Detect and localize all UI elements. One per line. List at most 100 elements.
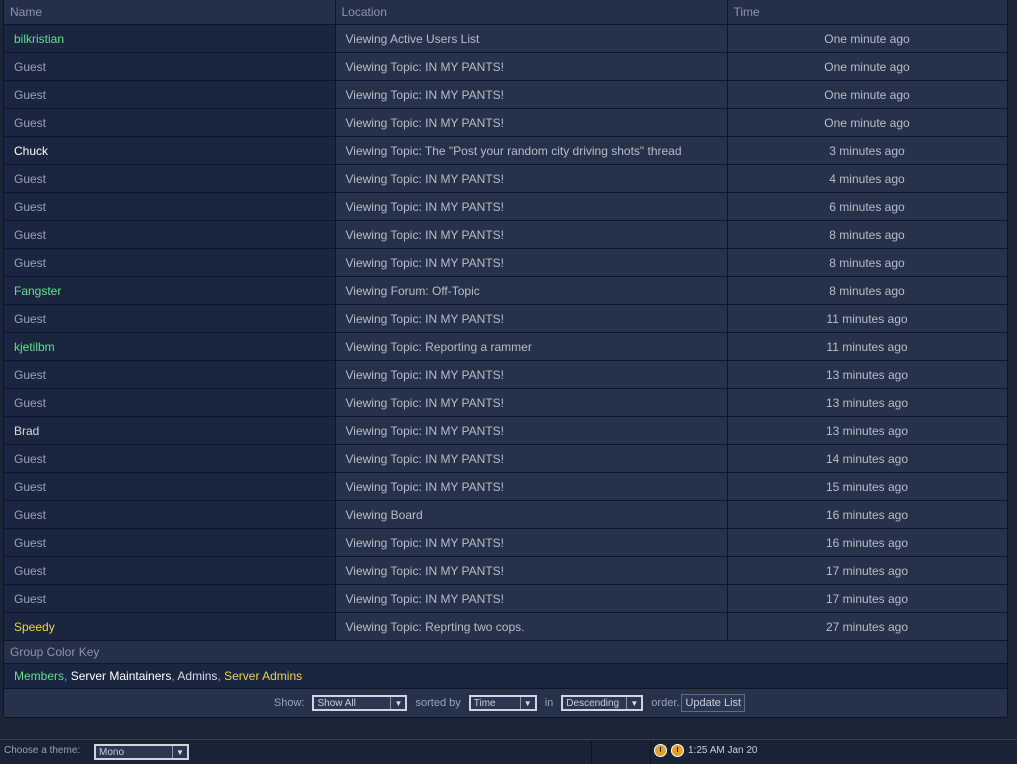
table-row: Brad Viewing Topic: IN MY PANTS! 13 minute…	[4, 416, 1008, 445]
show-select-value: Show All	[317, 697, 356, 709]
sort-select[interactable]: Time ▼	[468, 695, 537, 711]
user-location[interactable]: Viewing Topic: IN MY PANTS!	[335, 444, 728, 473]
user-location[interactable]: Viewing Topic: IN MY PANTS!	[335, 556, 728, 585]
compass-icon[interactable]	[671, 744, 684, 757]
user-time: 8 minutes ago	[727, 248, 1008, 277]
user-name-guest: Guest	[4, 304, 336, 333]
table-row: Guest Viewing Topic: IN MY PANTS! 17 minut…	[4, 584, 1008, 613]
user-name-link[interactable]: Brad	[4, 416, 336, 445]
user-location[interactable]: Viewing Board	[335, 500, 728, 529]
update-list-button[interactable]: Update List	[681, 694, 746, 712]
user-time: 16 minutes ago	[727, 528, 1008, 557]
user-location[interactable]: Viewing Topic: IN MY PANTS!	[335, 52, 728, 81]
active-users-table: Name Location Time bilkristian Viewing Ac…	[4, 0, 1008, 641]
user-location[interactable]: Viewing Topic: IN MY PANTS!	[335, 416, 728, 445]
chevron-down-icon[interactable]: ▼	[626, 697, 642, 709]
user-location[interactable]: Viewing Topic: IN MY PANTS!	[335, 164, 728, 193]
user-name-guest: Guest	[4, 52, 336, 81]
user-time: 11 minutes ago	[727, 332, 1008, 361]
user-name-link[interactable]: Speedy	[4, 612, 336, 641]
table-row: Guest Viewing Topic: IN MY PANTS! 13 minut…	[4, 388, 1008, 417]
user-location[interactable]: Viewing Topic: IN MY PANTS!	[335, 360, 728, 389]
table-row: Guest Viewing Topic: IN MY PANTS! 14 minut…	[4, 444, 1008, 473]
user-location[interactable]: Viewing Topic: IN MY PANTS!	[335, 304, 728, 333]
table-row: Guest Viewing Topic: IN MY PANTS! 13 minut…	[4, 360, 1008, 389]
table-row: Guest Viewing Board 16 minutes ago	[4, 500, 1008, 529]
user-time: 13 minutes ago	[727, 360, 1008, 389]
user-time: 27 minutes ago	[727, 612, 1008, 641]
user-location[interactable]: Viewing Topic: IN MY PANTS!	[335, 472, 728, 501]
table-row: Guest Viewing Topic: IN MY PANTS! 17 minut…	[4, 556, 1008, 585]
user-name-guest: Guest	[4, 80, 336, 109]
group-admins-label: Admins	[177, 669, 218, 683]
user-location[interactable]: Viewing Topic: IN MY PANTS!	[335, 528, 728, 557]
user-time: 4 minutes ago	[727, 164, 1008, 193]
chevron-down-icon[interactable]: ▼	[519, 697, 535, 709]
user-time: 13 minutes ago	[727, 388, 1008, 417]
user-location[interactable]: Viewing Topic: IN MY PANTS!	[335, 388, 728, 417]
column-header-location[interactable]: Location	[335, 0, 728, 25]
order-select[interactable]: Descending ▼	[561, 695, 644, 711]
user-name-guest: Guest	[4, 164, 336, 193]
user-time: 16 minutes ago	[727, 500, 1008, 529]
user-time: One minute ago	[727, 24, 1008, 53]
user-name-link[interactable]: bilkristian	[4, 24, 336, 53]
table-row: Guest Viewing Topic: IN MY PANTS! One minu…	[4, 108, 1008, 137]
user-time: 14 minutes ago	[727, 444, 1008, 473]
chevron-down-icon[interactable]: ▼	[390, 697, 406, 709]
table-row: Chuck Viewing Topic: The "Post your rando…	[4, 136, 1008, 165]
user-time: One minute ago	[727, 108, 1008, 137]
group-color-key: Members, Server Maintainers, Admins, Ser…	[4, 664, 1007, 689]
user-time: One minute ago	[727, 52, 1008, 81]
user-time: 15 minutes ago	[727, 472, 1008, 501]
user-name-link[interactable]: kjetilbm	[4, 332, 336, 361]
user-location[interactable]: Viewing Active Users List	[335, 24, 728, 53]
group-server-admins-label: Server Admins	[224, 669, 303, 683]
user-location[interactable]: Viewing Topic: IN MY PANTS!	[335, 80, 728, 109]
table-row: Fangster Viewing Forum: Off-Topic 8 minute…	[4, 276, 1008, 305]
group-members-label: Members	[14, 669, 65, 683]
user-name-guest: Guest	[4, 220, 336, 249]
compass-icon[interactable]	[654, 744, 667, 757]
user-name-guest: Guest	[4, 192, 336, 221]
user-location[interactable]: Viewing Forum: Off-Topic	[335, 276, 728, 305]
column-header-name[interactable]: Name	[4, 0, 336, 25]
user-location[interactable]: Viewing Topic: IN MY PANTS!	[335, 220, 728, 249]
chevron-down-icon[interactable]: ▼	[172, 746, 187, 758]
table-row: bilkristian Viewing Active Users List One …	[4, 24, 1008, 53]
table-row: Guest Viewing Topic: IN MY PANTS! One minu…	[4, 52, 1008, 81]
footer-divider	[650, 740, 651, 764]
user-name-link[interactable]: Fangster	[4, 276, 336, 305]
order-label: order.	[651, 697, 680, 709]
user-location[interactable]: Viewing Topic: IN MY PANTS!	[335, 192, 728, 221]
order-select-value: Descending	[566, 697, 620, 709]
theme-select[interactable]: Mono ▼	[94, 744, 189, 760]
user-name-guest: Guest	[4, 108, 336, 137]
user-name-guest: Guest	[4, 248, 336, 277]
user-time: 11 minutes ago	[727, 304, 1008, 333]
user-time: 8 minutes ago	[727, 220, 1008, 249]
user-name-guest: Guest	[4, 584, 336, 613]
table-row: Speedy Viewing Topic: Reprting two cops. 2…	[4, 612, 1008, 641]
table-row: Guest Viewing Topic: IN MY PANTS! 8 minute…	[4, 248, 1008, 277]
user-location[interactable]: Viewing Topic: The "Post your random cit…	[335, 136, 728, 165]
user-name-guest: Guest	[4, 444, 336, 473]
table-row: Guest Viewing Topic: IN MY PANTS! 11 minut…	[4, 304, 1008, 333]
user-name-guest: Guest	[4, 528, 336, 557]
theme-select-value: Mono	[99, 746, 125, 758]
sorted-by-label: sorted by	[415, 697, 461, 709]
show-select[interactable]: Show All ▼	[312, 695, 408, 711]
user-location[interactable]: Viewing Topic: IN MY PANTS!	[335, 248, 728, 277]
column-header-time[interactable]: Time	[727, 0, 1008, 25]
show-label: Show:	[273, 697, 305, 709]
user-location[interactable]: Viewing Topic: Reporting a rammer	[335, 332, 728, 361]
user-location[interactable]: Viewing Topic: IN MY PANTS!	[335, 584, 728, 613]
user-name-guest: Guest	[4, 556, 336, 585]
in-label: in	[544, 697, 554, 709]
user-time: 8 minutes ago	[727, 276, 1008, 305]
user-name-link[interactable]: Chuck	[4, 136, 336, 165]
user-name-guest: Guest	[4, 472, 336, 501]
active-users-panel: Name Location Time bilkristian Viewing Ac…	[3, 0, 1008, 718]
user-location[interactable]: Viewing Topic: Reprting two cops.	[335, 612, 728, 641]
user-location[interactable]: Viewing Topic: IN MY PANTS!	[335, 108, 728, 137]
